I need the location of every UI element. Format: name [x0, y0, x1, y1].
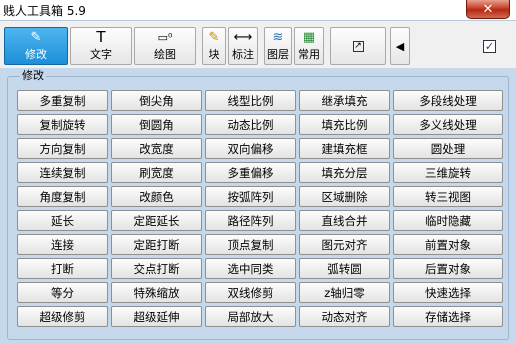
- cmd-button[interactable]: 打断: [17, 258, 108, 279]
- close-button[interactable]: ✕: [466, 0, 510, 19]
- cmd-button[interactable]: 多重偏移: [205, 162, 296, 183]
- cmd-button[interactable]: 区域删除: [299, 186, 390, 207]
- tab-text[interactable]: T 文字: [70, 27, 132, 65]
- cmd-button[interactable]: 前置对象: [393, 234, 503, 255]
- cmd-button[interactable]: 存储选择: [393, 306, 503, 327]
- cmd-button[interactable]: 填充比例: [299, 114, 390, 135]
- cmd-button[interactable]: 建填充框: [299, 138, 390, 159]
- cmd-button[interactable]: 多重复制: [17, 90, 108, 111]
- arrow-left-icon: ◀: [395, 39, 405, 53]
- cmd-button[interactable]: 动态对齐: [299, 306, 390, 327]
- tab-dimension[interactable]: ⟷ 标注: [228, 27, 258, 65]
- cmd-button[interactable]: 多义线处理: [393, 114, 503, 135]
- cmd-button[interactable]: 快速选择: [393, 282, 503, 303]
- tab-text-label: 文字: [90, 48, 112, 61]
- tab-draw-label: 绘图: [154, 48, 176, 61]
- tab-common-label: 常用: [298, 48, 320, 61]
- tab-block-label: 块: [208, 48, 220, 61]
- cmd-button[interactable]: 定距打断: [111, 234, 202, 255]
- cmd-button[interactable]: 圆处理: [393, 138, 503, 159]
- cmd-button[interactable]: 改颜色: [111, 186, 202, 207]
- pencil-icon: ✎: [30, 29, 42, 45]
- check-icon: ✓: [484, 40, 495, 53]
- cmd-button[interactable]: 特殊缩放: [111, 282, 202, 303]
- cmd-button[interactable]: 超级修剪: [17, 306, 108, 327]
- cmd-button[interactable]: 三维旋转: [393, 162, 503, 183]
- command-grid: 多重复制 倒尖角 线型比例 继承填充 多段线处理 复制旋转 倒圆角 动态比例 填…: [17, 90, 503, 327]
- block-icon: ✎: [208, 29, 220, 45]
- cmd-button[interactable]: 继承填充: [299, 90, 390, 111]
- cmd-button[interactable]: 改宽度: [111, 138, 202, 159]
- text-icon: T: [96, 27, 106, 46]
- tab-layers[interactable]: ≋ 图层: [264, 27, 292, 65]
- tab-dimension-label: 标注: [232, 48, 254, 61]
- cmd-button[interactable]: 临时隐藏: [393, 210, 503, 231]
- cmd-button[interactable]: 图元对齐: [299, 234, 390, 255]
- drawing-icon: ▭⁰: [157, 30, 173, 44]
- cmd-button[interactable]: 双向偏移: [205, 138, 296, 159]
- cmd-button[interactable]: 线型比例: [205, 90, 296, 111]
- modify-group: 修改 多重复制 倒尖角 线型比例 继承填充 多段线处理 复制旋转 倒圆角 动态比…: [7, 70, 509, 340]
- cmd-button[interactable]: 弧转圆: [299, 258, 390, 279]
- title-bar: 贱人工具箱 5.9 ✕: [0, 0, 516, 20]
- toolbar: ✎ 修改 T 文字 ▭⁰ 绘图 ✎ 块 ⟷ 标注 ≋ 图层 ▦ 常用 ↗ ◀ ✓: [0, 20, 516, 68]
- cmd-button[interactable]: 顶点复制: [205, 234, 296, 255]
- cmd-button[interactable]: 连续复制: [17, 162, 108, 183]
- export-button[interactable]: ↗: [330, 27, 386, 65]
- cmd-button[interactable]: 刷宽度: [111, 162, 202, 183]
- cmd-button[interactable]: 路径阵列: [205, 210, 296, 231]
- cmd-button[interactable]: 直线合并: [299, 210, 390, 231]
- tab-draw[interactable]: ▭⁰ 绘图: [134, 27, 196, 65]
- scroll-left-button[interactable]: ◀: [390, 27, 410, 65]
- cmd-button[interactable]: 方向复制: [17, 138, 108, 159]
- cmd-button[interactable]: 交点打断: [111, 258, 202, 279]
- window-title: 贱人工具箱 5.9: [3, 4, 86, 18]
- cmd-button[interactable]: 局部放大: [205, 306, 296, 327]
- tab-layers-label: 图层: [267, 48, 289, 61]
- cmd-button[interactable]: 定距延长: [111, 210, 202, 231]
- cmd-button[interactable]: 转三视图: [393, 186, 503, 207]
- export-icon: ↗: [352, 40, 364, 52]
- cmd-button[interactable]: 角度复制: [17, 186, 108, 207]
- cmd-button[interactable]: 双线修剪: [205, 282, 296, 303]
- dimension-icon: ⟷: [233, 29, 253, 45]
- cmd-button[interactable]: 等分: [17, 282, 108, 303]
- cmd-button[interactable]: 按弧阵列: [205, 186, 296, 207]
- cmd-button[interactable]: 后置对象: [393, 258, 503, 279]
- close-icon: ✕: [482, 1, 494, 17]
- cmd-button[interactable]: 选中同类: [205, 258, 296, 279]
- cmd-button[interactable]: 填充分层: [299, 162, 390, 183]
- cmd-button[interactable]: 倒圆角: [111, 114, 202, 135]
- common-icon: ▦: [302, 29, 316, 45]
- tab-modify-label: 修改: [25, 48, 47, 61]
- cmd-button[interactable]: 超级延伸: [111, 306, 202, 327]
- cmd-button[interactable]: z轴归零: [299, 282, 390, 303]
- tab-block[interactable]: ✎ 块: [202, 27, 226, 65]
- cmd-button[interactable]: 连接: [17, 234, 108, 255]
- cmd-button[interactable]: 多段线处理: [393, 90, 503, 111]
- cmd-button[interactable]: 延长: [17, 210, 108, 231]
- cmd-button[interactable]: 复制旋转: [17, 114, 108, 135]
- layers-icon: ≋: [272, 29, 284, 45]
- cmd-button[interactable]: 动态比例: [205, 114, 296, 135]
- tab-common[interactable]: ▦ 常用: [294, 27, 324, 65]
- tab-modify[interactable]: ✎ 修改: [4, 27, 68, 65]
- window-body: ✎ 修改 T 文字 ▭⁰ 绘图 ✎ 块 ⟷ 标注 ≋ 图层 ▦ 常用 ↗ ◀ ✓…: [0, 20, 516, 344]
- group-label: 修改: [20, 69, 46, 82]
- pin-checkbox[interactable]: ✓: [483, 40, 496, 53]
- cmd-button[interactable]: 倒尖角: [111, 90, 202, 111]
